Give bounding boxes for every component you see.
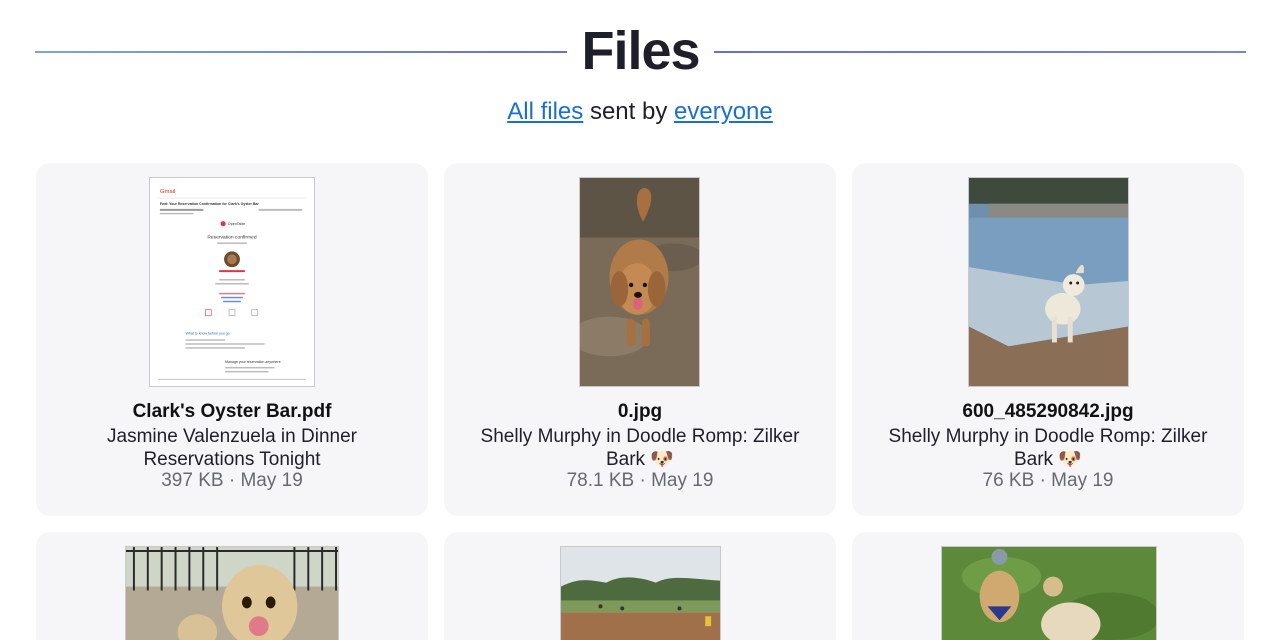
page-title: Files (581, 21, 700, 81)
file-card[interactable]: 0.jpg Shelly Murphy in Doodle Romp: Zilk… (444, 163, 836, 516)
title-divider-right (714, 51, 1246, 53)
file-thumbnail[interactable] (560, 546, 721, 640)
sent-by-text: sent by (589, 98, 668, 125)
file-card[interactable] (444, 532, 836, 640)
file-card[interactable]: 600_485290842.jpg Shelly Murphy in Doodl… (852, 163, 1244, 516)
meta-separator: · (639, 470, 646, 491)
meta-separator: · (228, 470, 236, 491)
file-card[interactable]: Gmail Fwd: Your Reservation Confirmation… (36, 163, 428, 516)
file-thumbnail[interactable] (941, 546, 1157, 640)
file-size: 76 KB (982, 470, 1035, 491)
file-card[interactable] (852, 532, 1244, 640)
title-divider-left (35, 51, 567, 53)
file-size: 78.1 KB (566, 470, 635, 491)
file-thumbnail[interactable]: Gmail Fwd: Your Reservation Confirmation… (149, 177, 315, 387)
preview-heading: Reservation confirmed (207, 235, 257, 241)
file-name[interactable]: 0.jpg (444, 401, 836, 423)
email-subject: Fwd: Your Reservation Confirmation for C… (160, 202, 259, 206)
page-header: Files All files sent by everyone (0, 0, 1280, 140)
preview-section: What to know before you go (186, 331, 230, 335)
everyone-link[interactable]: everyone (674, 98, 773, 125)
dog-photo (580, 178, 699, 386)
file-meta: 76 KB · May 19 (852, 470, 1244, 492)
preview-manage: Manage your reservation anywhere (225, 360, 281, 364)
file-thumbnail[interactable] (125, 546, 339, 640)
file-name[interactable]: Clark's Oyster Bar.pdf (36, 401, 428, 423)
file-name[interactable]: 600_485290842.jpg (852, 401, 1244, 423)
file-thumbnail[interactable] (579, 177, 700, 387)
meta-separator: · (1039, 470, 1046, 491)
file-meta: 78.1 KB · May 19 (444, 470, 836, 492)
dog-in-water-photo (969, 178, 1128, 386)
file-date: May 19 (651, 470, 714, 491)
file-date: May 19 (240, 470, 303, 491)
all-files-link[interactable]: All files (507, 98, 583, 125)
file-description: Shelly Murphy in Doodle Romp: Zilker Bar… (480, 426, 800, 470)
file-description: Jasmine Valenzuela in Dinner Reservation… (107, 426, 357, 470)
file-size: 397 KB (161, 470, 224, 491)
file-thumbnail[interactable] (968, 177, 1129, 387)
brand-logo: OpenTable (228, 222, 245, 226)
file-date: May 19 (1051, 470, 1114, 491)
filter-subtitle: All files sent by everyone (0, 98, 1280, 126)
gmail-logo: Gmail (160, 189, 175, 195)
file-description: Shelly Murphy in Doodle Romp: Zilker Bar… (888, 426, 1208, 470)
file-card[interactable] (36, 532, 428, 640)
file-meta: 397 KB · May 19 (36, 470, 428, 492)
dogs-by-fence-photo (126, 547, 338, 640)
dogs-on-grass-photo (942, 547, 1156, 640)
park-photo (561, 547, 720, 640)
email-document-preview: Gmail Fwd: Your Reservation Confirmation… (150, 178, 314, 386)
